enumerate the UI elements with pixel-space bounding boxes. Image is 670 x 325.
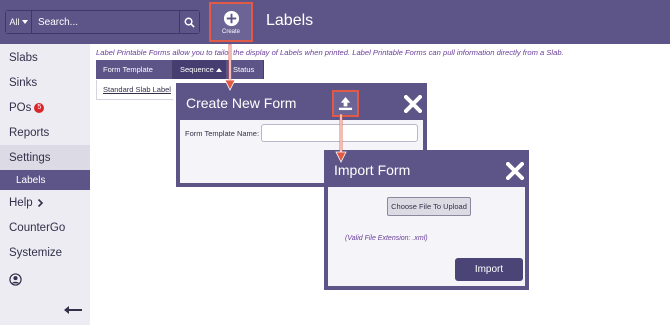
sidebar-item-settings[interactable]: Settings xyxy=(0,145,90,170)
arrow-left-icon xyxy=(64,306,82,314)
import-form-modal: Import Form Choose File To Upload (Valid… xyxy=(324,150,529,290)
sort-ascending-icon xyxy=(215,67,222,72)
description-text: Label Printable Forms allow you to tailo… xyxy=(96,48,564,57)
search-box: All xyxy=(5,10,200,34)
sidebar-item-label: Labels xyxy=(16,174,46,186)
upload-icon xyxy=(338,96,353,111)
app-window: All Create Labels Slabs Sinks POs 5 Repo… xyxy=(0,0,670,325)
import-button[interactable]: Import xyxy=(455,258,523,281)
search-scope-label: All xyxy=(9,17,20,27)
user-account-button[interactable] xyxy=(0,265,90,293)
top-bar: All Create Labels xyxy=(0,0,670,44)
column-header-label: Sequence xyxy=(180,65,214,74)
close-icon[interactable] xyxy=(506,162,524,180)
sidebar-item-label: Reports xyxy=(9,126,50,139)
sidebar-item-slabs[interactable]: Slabs xyxy=(0,45,90,70)
page-title: Labels xyxy=(266,12,314,29)
import-form-modal-body: Choose File To Upload (Valid File Extens… xyxy=(328,187,525,286)
sidebar-item-reports[interactable]: Reports xyxy=(0,120,90,145)
user-circle-icon xyxy=(9,272,22,286)
search-icon xyxy=(184,17,195,28)
sidebar-item-label: Sinks xyxy=(9,76,38,89)
upload-button[interactable] xyxy=(332,90,359,117)
plus-circle-icon xyxy=(223,10,239,26)
sidebar-item-labels[interactable]: Labels xyxy=(0,170,90,190)
sidebar-item-label: POs xyxy=(9,101,32,114)
create-form-modal-header: Create New Form xyxy=(180,87,423,120)
form-template-link[interactable]: Standard Slab Label xyxy=(103,85,171,94)
column-header-label: Status xyxy=(233,65,255,74)
sidebar-item-countergo[interactable]: CounterGo xyxy=(0,215,90,240)
import-form-modal-header: Import Form xyxy=(328,154,525,187)
column-header-sequence[interactable]: Sequence xyxy=(173,60,226,79)
choose-file-button[interactable]: Choose File To Upload xyxy=(387,197,471,216)
create-label: Create xyxy=(221,28,240,35)
import-form-modal-title: Import Form xyxy=(334,162,411,178)
sidebar-item-label: Slabs xyxy=(9,51,38,64)
sidebar-item-systemize[interactable]: Systemize xyxy=(0,240,90,265)
search-input[interactable] xyxy=(32,11,179,33)
sidebar-item-pos[interactable]: POs 5 xyxy=(0,95,90,120)
sidebar-item-sinks[interactable]: Sinks xyxy=(0,70,90,95)
sidebar-item-label: Systemize xyxy=(9,246,63,259)
search-scope-dropdown[interactable]: All xyxy=(6,11,32,33)
sidebar-item-label: Help xyxy=(9,196,33,209)
arrow-create-to-modal-icon xyxy=(224,44,236,91)
collapse-sidebar-button[interactable] xyxy=(64,302,84,314)
column-header-label: Form Template xyxy=(103,65,153,74)
chevron-right-icon xyxy=(37,198,43,207)
table-header: Form Template Sequence Status xyxy=(96,60,264,79)
caret-down-icon xyxy=(21,20,28,24)
sidebar-item-label: CounterGo xyxy=(9,221,66,234)
sidebar-item-label: Settings xyxy=(9,151,51,164)
table-row[interactable]: Standard Slab Label xyxy=(96,80,173,100)
search-button[interactable] xyxy=(179,11,199,33)
sidebar: Slabs Sinks POs 5 Reports Settings Label… xyxy=(0,44,90,325)
column-header-form-template[interactable]: Form Template xyxy=(96,60,173,79)
pos-count-badge: 5 xyxy=(34,102,45,113)
sidebar-item-help[interactable]: Help xyxy=(0,190,90,215)
create-form-modal-title: Create New Form xyxy=(186,95,297,111)
form-template-name-label: Form Template Name: xyxy=(185,129,260,138)
valid-extension-note: (Valid File Extension: .xml) xyxy=(345,235,428,242)
close-icon[interactable] xyxy=(404,95,422,113)
arrow-upload-to-import-icon xyxy=(335,114,347,163)
create-button[interactable]: Create xyxy=(209,2,253,42)
